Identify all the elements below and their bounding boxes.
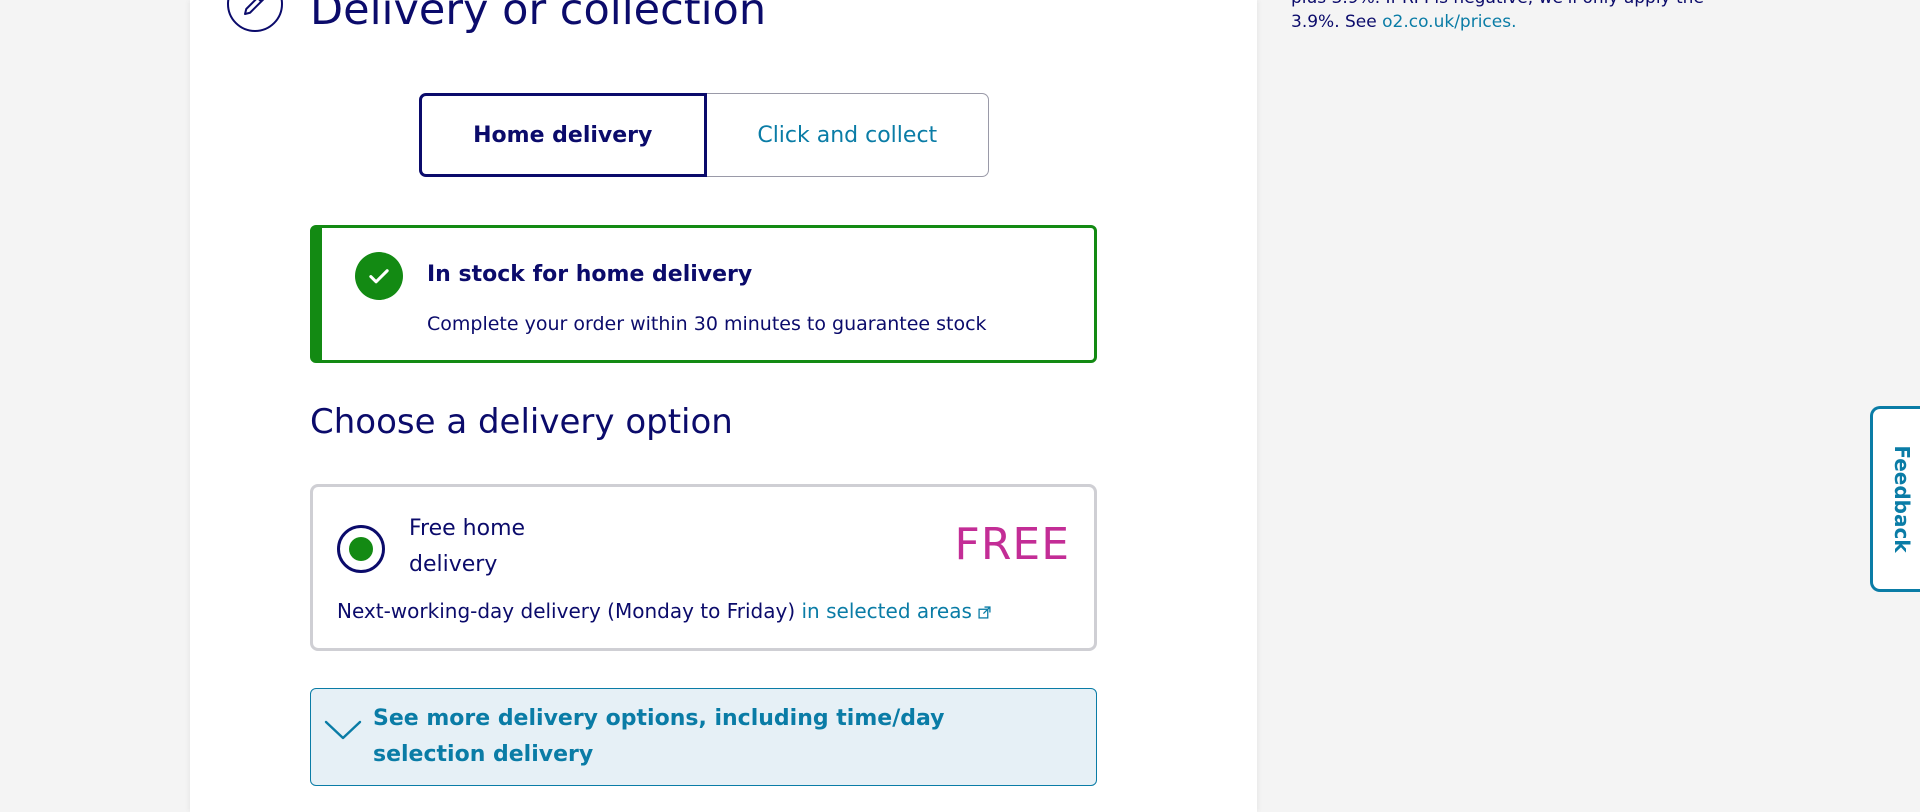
- more-delivery-options-label: See more delivery options, including tim…: [373, 706, 945, 767]
- chevron-down-icon: [323, 717, 363, 747]
- stock-notice: In stock for home delivery Complete your…: [310, 225, 1097, 363]
- delivery-option-name: Free home delivery: [409, 516, 526, 577]
- home-delivery-tab[interactable]: Home delivery: [419, 93, 707, 177]
- prices-link[interactable]: o2.co.uk/prices.: [1382, 12, 1516, 32]
- delivery-option-price: FREE: [954, 519, 1070, 570]
- section-title: Delivery or collection: [310, 0, 767, 35]
- check-icon: [355, 252, 403, 300]
- delivery-option-free-home[interactable]: Free home delivery FREE Next-working-day…: [310, 484, 1097, 651]
- price-info-prefix: 3.9%. See: [1291, 12, 1383, 32]
- external-link-icon: [978, 600, 991, 624]
- price-info-text: plus 3.9%. If RPI is negative, we'll onl…: [1291, 0, 1711, 34]
- price-info-line-2: 3.9%. See o2.co.uk/prices.: [1291, 10, 1711, 34]
- selected-areas-link[interactable]: in selected areas: [802, 599, 991, 623]
- feedback-tab[interactable]: Feedback: [1870, 406, 1920, 592]
- stock-subtitle: Complete your order within 30 minutes to…: [427, 313, 987, 335]
- price-info-line-1: plus 3.9%. If RPI is negative, we'll onl…: [1291, 0, 1711, 10]
- delivery-option-radio[interactable]: [337, 525, 385, 573]
- delivery-options-heading: Choose a delivery option: [310, 402, 733, 442]
- more-delivery-options-toggle[interactable]: See more delivery options, including tim…: [310, 688, 1097, 786]
- selected-areas-link-text[interactable]: in selected areas: [802, 599, 972, 623]
- radio-selected-dot: [349, 537, 373, 561]
- delivery-option-description: Next-working-day delivery (Monday to Fri…: [337, 599, 991, 624]
- feedback-label: Feedback: [1889, 445, 1914, 553]
- delivery-option-description-text: Next-working-day delivery (Monday to Fri…: [337, 599, 796, 623]
- stock-title: In stock for home delivery: [427, 262, 753, 287]
- delivery-method-toggle: Home delivery Click and collect: [419, 93, 989, 177]
- click-and-collect-tab[interactable]: Click and collect: [706, 93, 989, 177]
